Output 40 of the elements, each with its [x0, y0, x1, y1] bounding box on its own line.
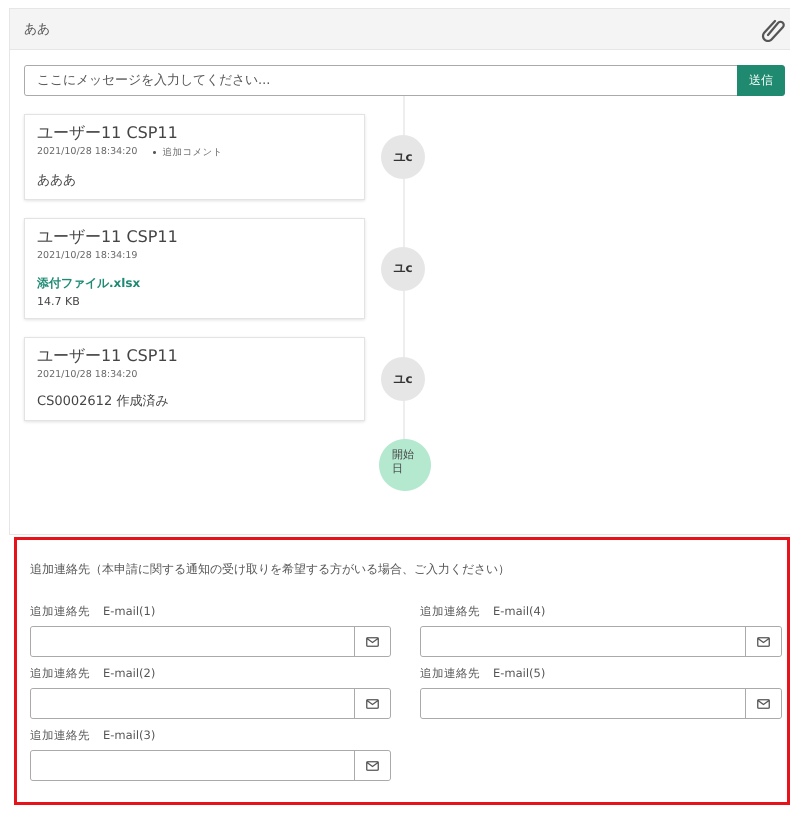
- message-text: あああ: [37, 172, 77, 189]
- email-field[interactable]: [30, 750, 391, 781]
- mail-icon: [366, 698, 379, 708]
- field-label: 追加連絡先: [420, 666, 480, 681]
- author-name: ユーザー11 CSP11: [37, 123, 179, 144]
- field-label: 追加連絡先: [420, 604, 480, 619]
- message-field[interactable]: ここにメッセージを入力してください...: [24, 65, 737, 96]
- email-field[interactable]: [420, 626, 782, 657]
- field-sublabel: E-mail(3): [103, 728, 156, 743]
- email-field[interactable]: [30, 688, 391, 719]
- attachment-link[interactable]: 添付ファイル.xlsx: [37, 275, 352, 292]
- mail-icon: [366, 636, 379, 646]
- mail-icon: [366, 760, 379, 770]
- field-sublabel: E-mail(1): [103, 604, 156, 619]
- bullet-icon: [153, 151, 156, 154]
- user-avatar: ユc: [381, 135, 425, 179]
- panel-title: ああ: [24, 21, 50, 38]
- email-field[interactable]: [420, 688, 782, 719]
- field-sublabel: E-mail(5): [493, 666, 546, 681]
- mail-icon: [757, 636, 770, 646]
- start-marker: 開始日: [379, 439, 431, 491]
- file-size: 14.7 KB: [37, 295, 81, 308]
- author-name: ユーザー11 CSP11: [37, 346, 179, 367]
- field-label: 追加連絡先: [30, 728, 90, 743]
- field-sublabel: E-mail(2): [103, 666, 156, 681]
- comment-tag: 追加コメント: [162, 146, 222, 159]
- user-avatar: ユc: [381, 357, 425, 401]
- send-button[interactable]: 送信: [737, 65, 785, 96]
- author-name: ユーザー11 CSP11: [37, 227, 179, 248]
- email-field[interactable]: [30, 626, 391, 657]
- section-heading: 追加連絡先（本申請に関する通知の受け取りを希望する方がいる場合、ご入力ください）: [30, 561, 511, 578]
- field-label: 追加連絡先: [30, 666, 90, 681]
- mail-icon: [757, 698, 770, 708]
- field-label: 追加連絡先: [30, 604, 90, 619]
- timestamp: 2021/10/28 18:34:19: [37, 250, 138, 261]
- message-text: CS0002612 作成済み: [37, 393, 170, 410]
- timestamp: 2021/10/28 18:34:20: [37, 146, 138, 159]
- user-avatar: ユc: [381, 246, 425, 290]
- field-sublabel: E-mail(4): [493, 604, 546, 619]
- timestamp: 2021/10/28 18:34:20: [37, 369, 138, 380]
